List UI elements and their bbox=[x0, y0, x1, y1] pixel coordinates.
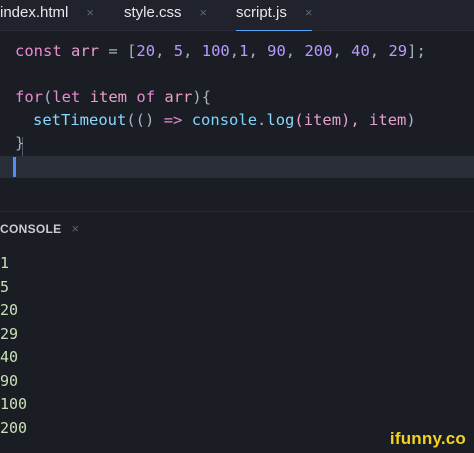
tab-index-html[interactable]: index.html × bbox=[0, 0, 94, 30]
panel-divider[interactable] bbox=[0, 211, 474, 212]
tab-style-css[interactable]: style.css × bbox=[124, 0, 207, 30]
tab-script-js[interactable]: script.js × bbox=[236, 0, 313, 32]
console-output-line: 90 bbox=[0, 371, 19, 390]
console-title: CONSOLE bbox=[0, 222, 62, 236]
console-output-line: 29 bbox=[0, 324, 19, 343]
watermark-logo: ifunny.co bbox=[389, 429, 466, 448]
current-line-highlight bbox=[0, 156, 474, 178]
console-output-line: 5 bbox=[0, 277, 10, 296]
console-output: 1 5 20 29 40 90 100 200 bbox=[0, 252, 474, 440]
code-line-3: setTimeout(() => console.log(item), item… bbox=[33, 111, 416, 129]
console-output-line: 1 bbox=[0, 254, 10, 272]
code-line-2: for(let item of arr){ bbox=[15, 88, 212, 106]
tab-label: script.js bbox=[236, 4, 287, 21]
close-icon[interactable]: × bbox=[71, 221, 79, 236]
code-line-1: const arr = [20, 5, 100,1, 90, 200, 40, … bbox=[15, 42, 426, 60]
close-icon[interactable]: × bbox=[305, 5, 313, 20]
close-icon[interactable]: × bbox=[86, 5, 94, 20]
tab-bar: index.html × style.css × script.js × bbox=[0, 0, 474, 32]
code-line-4: } bbox=[15, 134, 25, 152]
close-icon[interactable]: × bbox=[200, 5, 208, 20]
tab-label: index.html bbox=[0, 4, 69, 21]
console-tab[interactable]: CONSOLE × bbox=[0, 220, 79, 238]
tab-label: style.css bbox=[124, 4, 182, 21]
text-caret bbox=[13, 157, 16, 177]
console-output-line: 100 bbox=[0, 395, 28, 413]
console-output-line: 20 bbox=[0, 301, 19, 319]
console-output-line: 40 bbox=[0, 348, 19, 366]
code-editor[interactable]: const arr = [20, 5, 100,1, 90, 200, 40, … bbox=[0, 31, 474, 209]
